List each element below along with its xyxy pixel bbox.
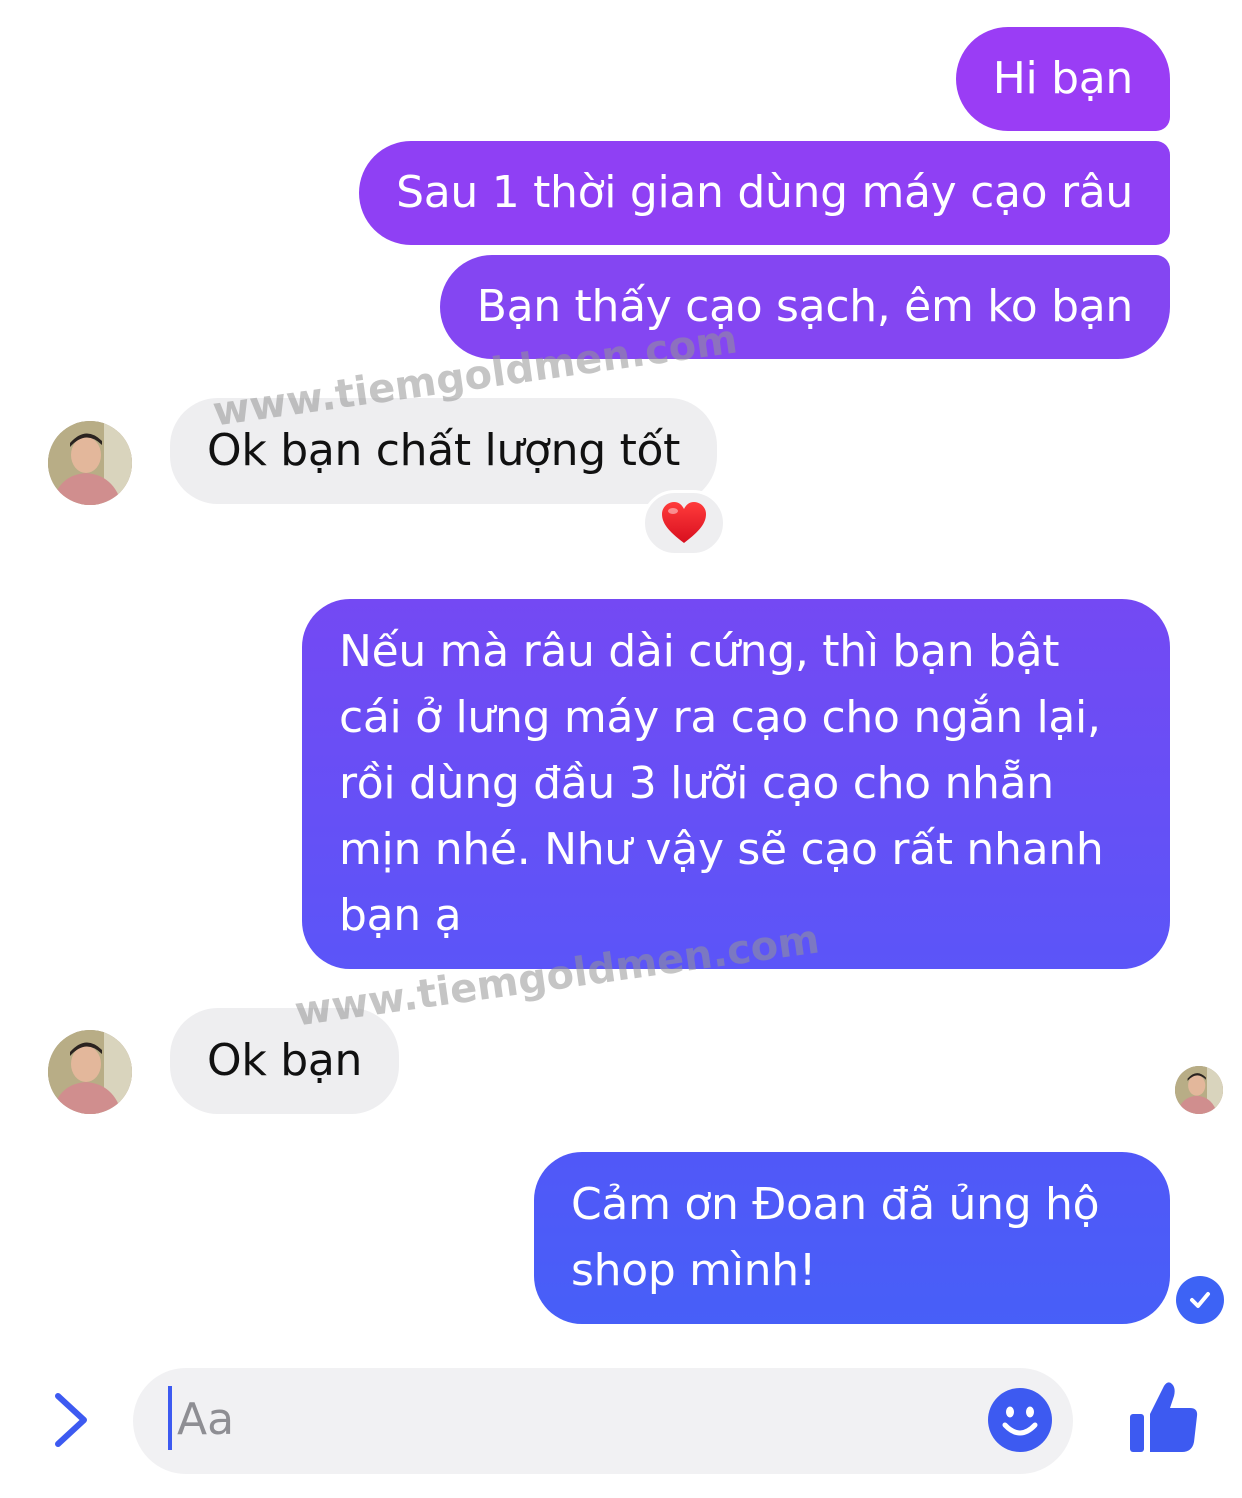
outgoing-message[interactable]: Nếu mà râu dài cứng, thì bạn bật cái ở l… — [302, 599, 1170, 969]
check-circle-icon — [1176, 1276, 1224, 1324]
contact-avatar[interactable] — [48, 1030, 132, 1114]
outgoing-message[interactable]: Hi bạn — [955, 27, 1170, 131]
text-caret — [168, 1386, 172, 1450]
reaction-badge[interactable] — [642, 490, 726, 556]
thumbs-up-icon[interactable] — [1128, 1380, 1200, 1458]
smiley-icon[interactable] — [987, 1387, 1053, 1457]
message-input[interactable] — [177, 1390, 937, 1450]
seen-avatar — [1175, 1066, 1223, 1114]
heart-icon — [662, 502, 706, 543]
outgoing-message[interactable]: Cảm ơn Đoan đã ủng hộ shop mình! — [534, 1152, 1170, 1324]
outgoing-message[interactable]: Sau 1 thời gian dùng máy cạo râu — [359, 141, 1170, 245]
contact-avatar[interactable] — [48, 421, 132, 505]
chevron-right-icon[interactable] — [48, 1392, 92, 1452]
